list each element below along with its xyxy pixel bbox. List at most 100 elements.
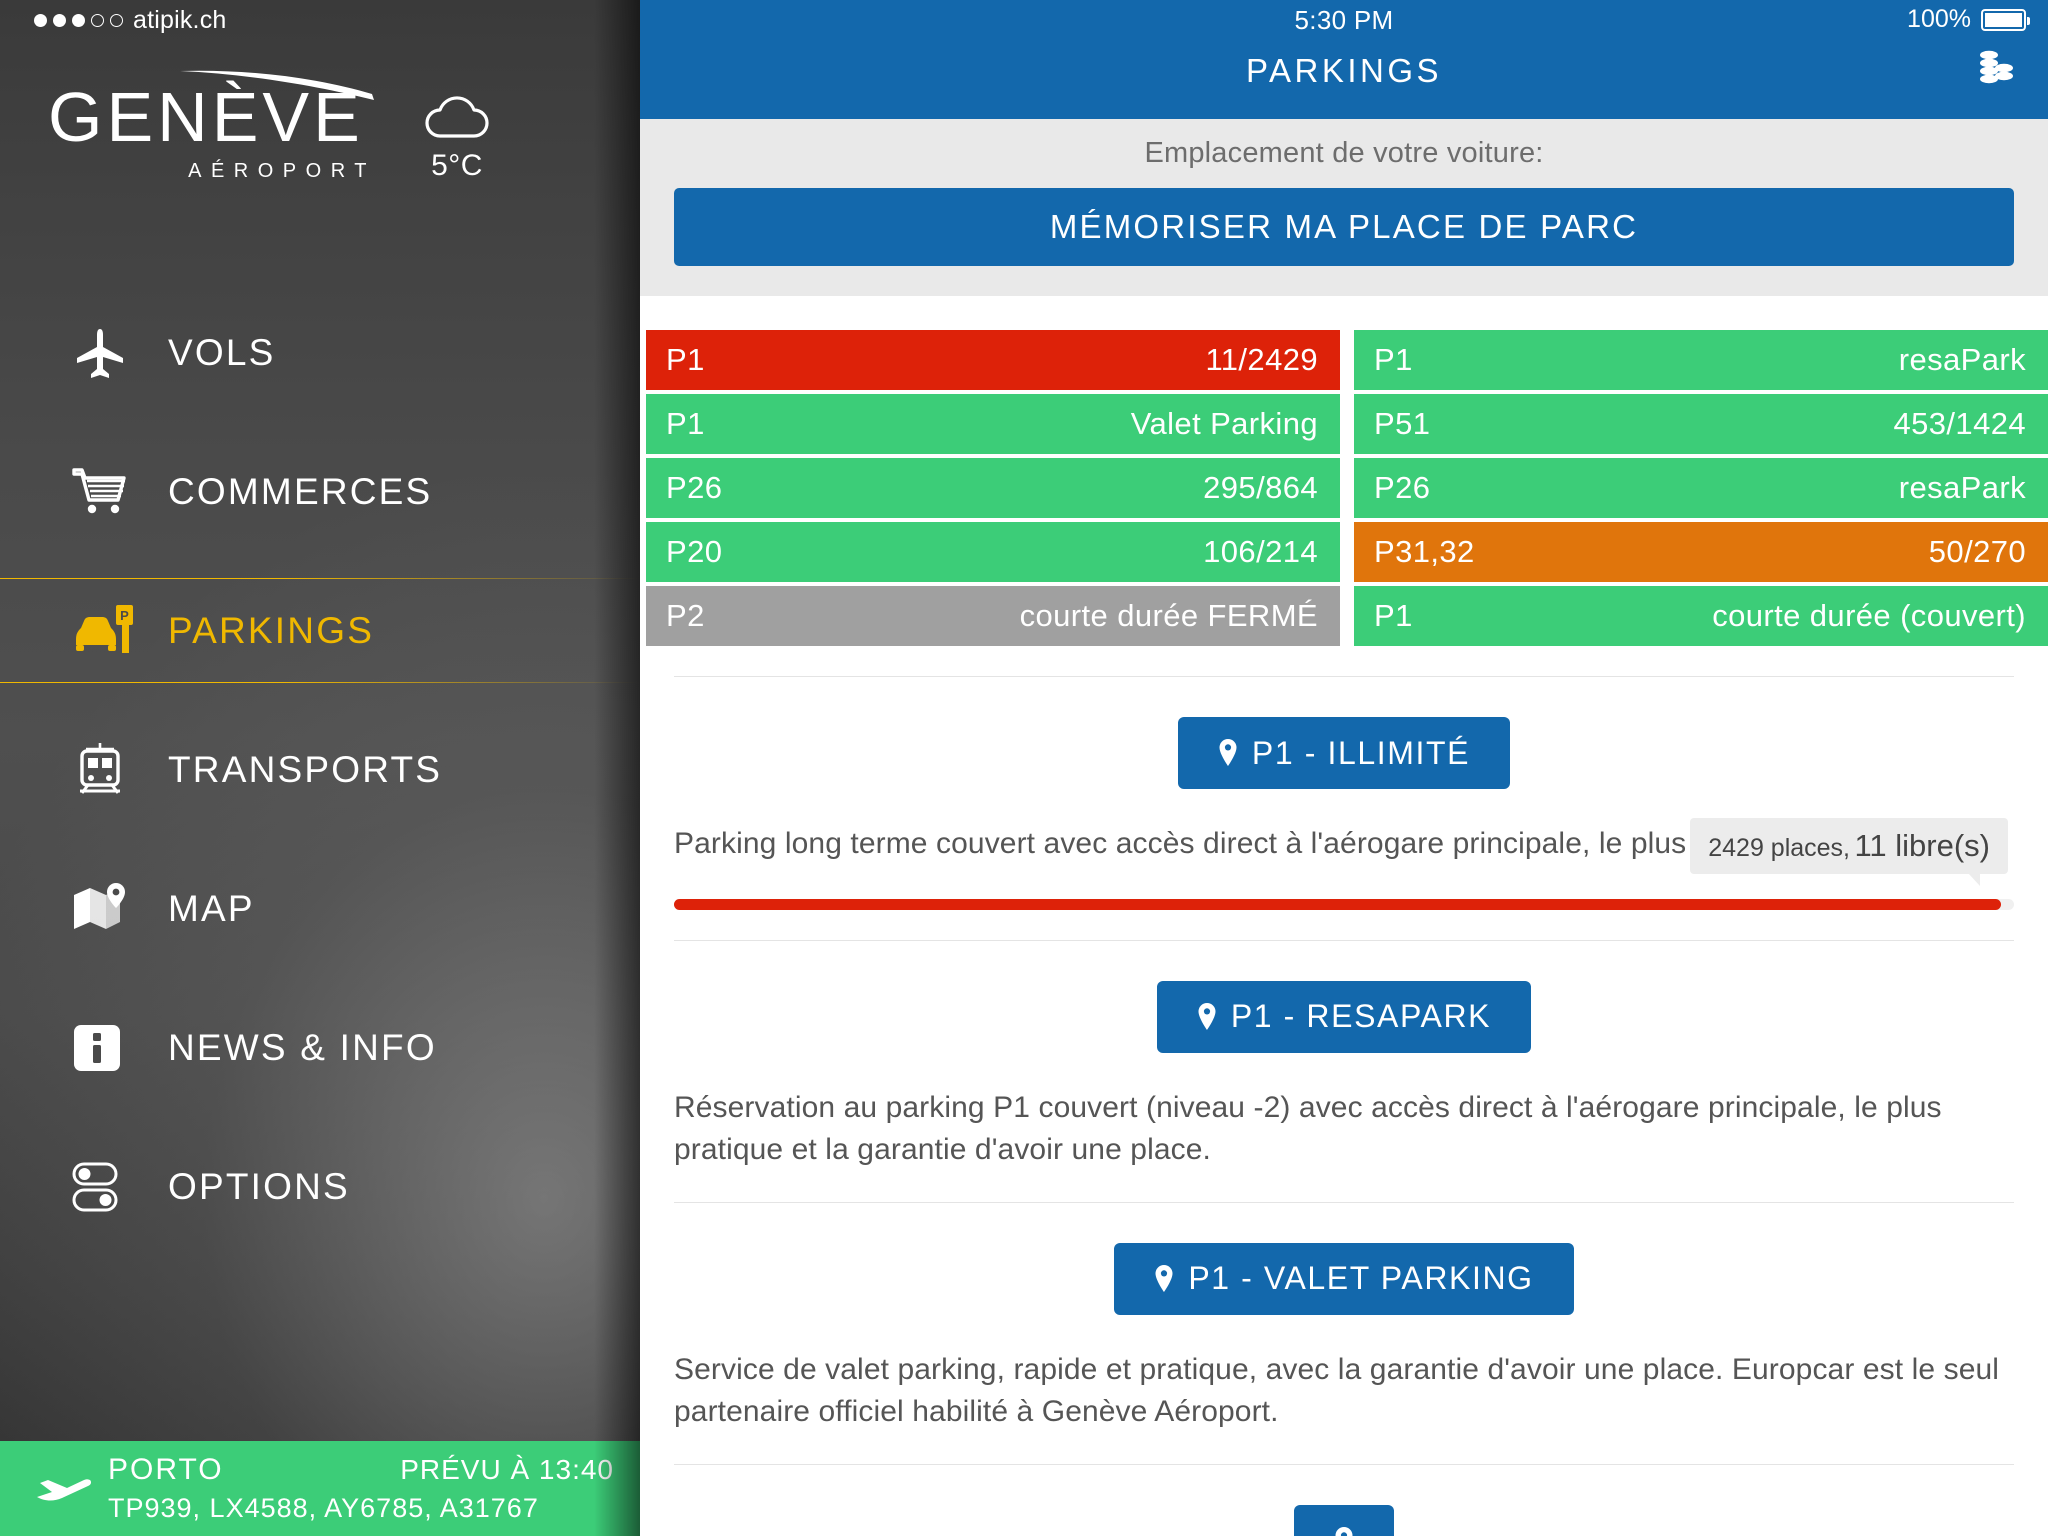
table-row[interactable]: P51 453/1424: [1354, 394, 2048, 454]
section-divider: [674, 939, 2014, 941]
parking-value: 106/214: [1203, 534, 1318, 569]
section-divider: [674, 1201, 2014, 1203]
parking-value: Valet Parking: [1130, 406, 1318, 441]
parking-value: resaPark: [1898, 342, 2026, 377]
table-row[interactable]: P26 resaPark: [1354, 458, 2048, 518]
parking-name: P51: [1374, 406, 1431, 441]
parking-name: P1: [1374, 342, 1413, 377]
map-pin-icon: [72, 882, 134, 935]
occupancy-bar: [674, 898, 2014, 910]
button-label: P1 - RESAPARK: [1230, 998, 1492, 1035]
parking-value: courte durée FERMÉ: [1019, 598, 1318, 633]
p1-illimite-button[interactable]: P1 - ILLIMITÉ: [1177, 717, 1511, 789]
sidebar-item-transports[interactable]: TRANSPORTS: [0, 717, 640, 822]
coins-icon[interactable]: [1974, 48, 2018, 93]
sidebar-item-label: PARKINGS: [168, 609, 375, 651]
sidebar-item-options[interactable]: OPTIONS: [0, 1134, 640, 1239]
flight-strip[interactable]: PORTO PRÉVU À 13:40 TP939, LX4588, AY678…: [0, 1441, 640, 1536]
sidebar-item-label: NEWS & INFO: [168, 1026, 437, 1068]
toggles-icon: [72, 1161, 134, 1213]
airplane-icon: [72, 325, 134, 381]
p1-resapark-button[interactable]: P1 - RESAPARK: [1156, 980, 1532, 1053]
svg-text:P: P: [120, 608, 129, 623]
parking-name: P26: [666, 470, 723, 505]
table-row[interactable]: P31,32 50/270: [1354, 522, 2048, 582]
parking-description: Réservation au parking P1 couvert (nivea…: [674, 1090, 1942, 1167]
geneve-aeroport-logo: GENÈVE AÉROPORT: [48, 70, 378, 183]
table-row[interactable]: P2 courte durée FERMÉ: [646, 586, 1340, 646]
logo-secondary-text: AÉROPORT: [188, 160, 376, 182]
memorize-label: Emplacement de votre voiture:: [1144, 137, 1544, 169]
sidebar-item-parkings[interactable]: P PARKINGS: [0, 578, 640, 683]
location-pin-icon: [1155, 1264, 1173, 1292]
parking-name: P1: [666, 406, 705, 441]
info-icon: [72, 1023, 134, 1073]
table-row[interactable]: P1 courte durée (couvert): [1354, 586, 2048, 646]
location-pin-icon: [1335, 1526, 1353, 1536]
parking-name: P26: [1374, 470, 1431, 505]
button-label: P1 - VALET PARKING: [1188, 1260, 1534, 1297]
signal-strength-icon: [34, 14, 123, 27]
p1-valet-parking-button[interactable]: P1 - VALET PARKING: [1114, 1242, 1574, 1315]
temperature-label: 5°C: [431, 149, 483, 182]
parking-value: 453/1424: [1893, 406, 2026, 441]
table-row[interactable]: P1 11/2429: [646, 330, 1340, 390]
location-pin-icon: [1198, 1002, 1216, 1030]
sidebar-item-news-info[interactable]: NEWS & INFO: [0, 995, 640, 1100]
parking-car-icon: P: [72, 603, 134, 659]
places-free-label: 11 libre(s): [1854, 827, 1990, 863]
battery-icon: [1981, 8, 2030, 31]
availability-badge: 2429 places, 11 libre(s): [1690, 817, 2008, 886]
parking-section-resapark: P1 - RESAPARK Réservation au parking P1 …: [640, 980, 2048, 1172]
sidebar-item-map[interactable]: MAP: [0, 856, 640, 961]
parking-name: P1: [666, 342, 705, 377]
section-divider: [674, 676, 2014, 677]
sidebar-menu: VOLS COMMERCES P PARKINGS TRANSPORTS MAP…: [0, 300, 640, 1239]
sidebar-item-commerces[interactable]: COMMERCES: [0, 439, 640, 544]
app-root: atipik.ch GENÈVE AÉROPORT 5°C VOLS COMME…: [0, 0, 2048, 1536]
airplane-departure-icon: [34, 1472, 98, 1506]
sidebar-item-label: MAP: [168, 887, 255, 929]
parking-status-grid: P1 11/2429 P1 resaPark P1 Valet Parking P51…: [640, 330, 2048, 646]
parking-section-valet: P1 - VALET PARKING Service de valet park…: [640, 1242, 2048, 1434]
parking-value: resaPark: [1898, 470, 2026, 505]
parking-value: courte durée (couvert): [1712, 598, 2026, 633]
location-pin-icon: [1219, 739, 1237, 766]
table-row[interactable]: P1 Valet Parking: [646, 394, 1340, 454]
next-parking-button[interactable]: [1294, 1504, 1394, 1536]
sidebar-item-label: VOLS: [168, 331, 276, 373]
sidebar-item-label: TRANSPORTS: [168, 748, 443, 790]
status-bar-right: 100%: [1907, 5, 2030, 34]
availability-meter: 2429 places, 11 libre(s): [674, 817, 2014, 910]
flight-eta: PRÉVU À 13:40: [400, 1454, 614, 1485]
memorize-parking-button[interactable]: MÉMORISER MA PLACE DE PARC: [674, 188, 2014, 266]
parking-value: 295/864: [1203, 470, 1318, 505]
sidebar-item-vols[interactable]: VOLS: [0, 300, 640, 405]
main-content: 5:30 PM 100% PARKINGS Emplacement de vot…: [640, 0, 2048, 1536]
carrier-label: atipik.ch: [133, 6, 227, 34]
shopping-cart-icon: [72, 464, 134, 520]
brand-header: GENÈVE AÉROPORT 5°C: [0, 70, 640, 183]
flight-destination: PORTO: [108, 1453, 224, 1486]
parking-name: P20: [666, 534, 723, 569]
status-bar-left: atipik.ch: [34, 6, 227, 35]
memorize-parking-band: Emplacement de votre voiture: MÉMORISER …: [640, 119, 2048, 296]
page-title: PARKINGS: [1245, 52, 1443, 89]
tram-icon: [72, 741, 134, 799]
parking-value: 50/270: [1928, 534, 2026, 569]
status-bar-time: 5:30 PM: [1294, 5, 1394, 35]
sidebar-item-label: COMMERCES: [168, 470, 433, 512]
sidebar-item-label: OPTIONS: [168, 1165, 350, 1207]
parking-value: 11/2429: [1205, 342, 1318, 377]
parking-name: P31,32: [1374, 534, 1475, 569]
parking-name: P2: [666, 598, 705, 633]
table-row[interactable]: P20 106/214: [646, 522, 1340, 582]
table-row[interactable]: P1 resaPark: [1354, 330, 2048, 390]
parking-section-illimite: P1 - ILLIMITÉ Parking long terme couvert…: [640, 717, 2048, 910]
table-row[interactable]: P26 295/864: [646, 458, 1340, 518]
cloud-icon: [425, 96, 489, 138]
sidebar: atipik.ch GENÈVE AÉROPORT 5°C VOLS COMME…: [0, 0, 640, 1536]
swoosh-icon: [180, 70, 374, 100]
grid-top-spacer: [640, 296, 2048, 330]
top-bar: 5:30 PM 100% PARKINGS: [640, 0, 2048, 119]
